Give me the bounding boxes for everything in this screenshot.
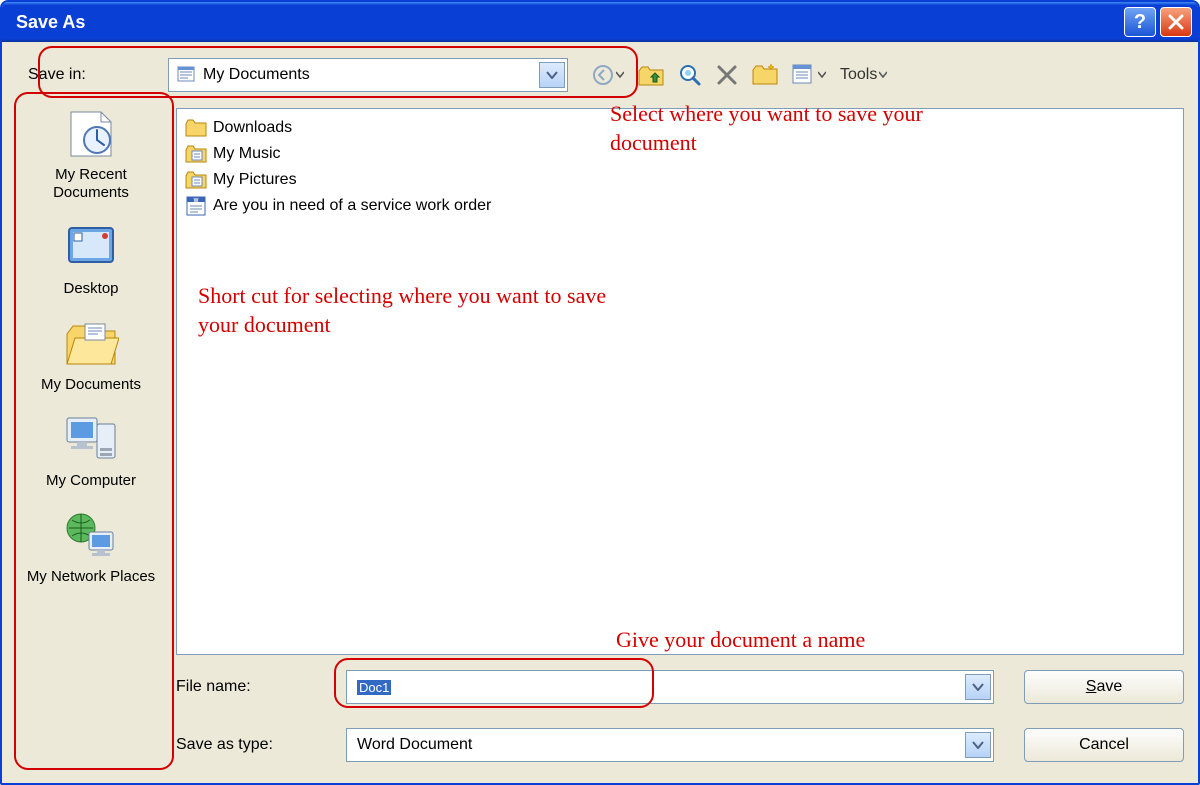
back-button[interactable] (592, 64, 624, 86)
folder-icon (185, 118, 207, 138)
filetype-combo[interactable]: Word Document (346, 728, 994, 762)
place-mydocs[interactable]: My Documents (26, 316, 156, 394)
file-name: Downloads (213, 119, 292, 137)
my-documents-icon (59, 316, 123, 372)
close-button[interactable] (1160, 7, 1192, 37)
file-name: Are you in need of a service work order (213, 197, 491, 215)
filename-label: File name: (176, 678, 336, 696)
filetype-value: Word Document (357, 736, 472, 754)
toolbar-icons: Tools (592, 63, 887, 87)
window-title: Save As (16, 12, 1120, 33)
desktop-icon (59, 220, 123, 276)
recent-docs-icon (59, 106, 123, 162)
places-bar: My Recent Documents Desktop (2, 100, 172, 783)
folder-special-icon (185, 170, 207, 190)
place-label: My Computer (26, 472, 156, 490)
file-list[interactable]: Downloads My Music My Pictures (176, 108, 1184, 655)
list-item[interactable]: My Pictures (185, 167, 1175, 193)
folder-icon (175, 64, 197, 87)
location-row: Save in: My Documents (2, 42, 1198, 100)
savein-label: Save in: (28, 66, 158, 84)
list-item[interactable]: W Are you in need of a service work orde… (185, 193, 1175, 219)
svg-text:W: W (194, 198, 199, 204)
place-label: Desktop (26, 280, 156, 298)
place-recent[interactable]: My Recent Documents (26, 106, 156, 202)
views-button[interactable] (792, 64, 826, 86)
savein-value: My Documents (203, 66, 310, 84)
save-as-dialog: Save As ? Save in: My Documents (0, 0, 1200, 785)
place-label: My Documents (26, 376, 156, 394)
folder-special-icon (185, 144, 207, 164)
word-doc-icon: W (185, 196, 207, 216)
place-mycomputer[interactable]: My Computer (26, 412, 156, 490)
network-places-icon (59, 508, 123, 564)
file-name: My Pictures (213, 171, 297, 189)
delete-button[interactable] (716, 64, 738, 86)
new-folder-button[interactable] (752, 64, 778, 86)
place-label: My Network Places (26, 568, 156, 586)
place-network[interactable]: My Network Places (26, 508, 156, 586)
filename-dropdown-button[interactable] (965, 674, 991, 700)
chevron-down-icon (818, 71, 826, 79)
list-item[interactable]: Downloads (185, 115, 1175, 141)
my-computer-icon (59, 412, 123, 468)
place-desktop[interactable]: Desktop (26, 220, 156, 298)
filetype-dropdown-button[interactable] (965, 732, 991, 758)
save-button[interactable]: Save (1024, 670, 1184, 704)
dialog-body: Save in: My Documents (2, 42, 1198, 783)
search-button[interactable] (678, 63, 702, 87)
file-name: My Music (213, 145, 281, 163)
up-one-level-button[interactable] (638, 63, 664, 87)
place-label: My Recent Documents (26, 166, 156, 202)
titlebar: Save As ? (2, 2, 1198, 42)
chevron-down-icon (879, 71, 887, 79)
list-item[interactable]: My Music (185, 141, 1175, 167)
savein-combo[interactable]: My Documents (168, 58, 568, 92)
filename-input[interactable]: Doc1 (346, 670, 994, 704)
filename-value: Doc1 (357, 680, 391, 695)
filetype-label: Save as type: (176, 736, 336, 754)
cancel-button[interactable]: Cancel (1024, 728, 1184, 762)
bottom-panel: File name: Doc1 Save Save as type: Word … (172, 663, 1198, 783)
chevron-down-icon (616, 71, 624, 79)
help-button[interactable]: ? (1124, 7, 1156, 37)
tools-menu[interactable]: Tools (840, 66, 887, 84)
savein-dropdown-button[interactable] (539, 62, 565, 88)
